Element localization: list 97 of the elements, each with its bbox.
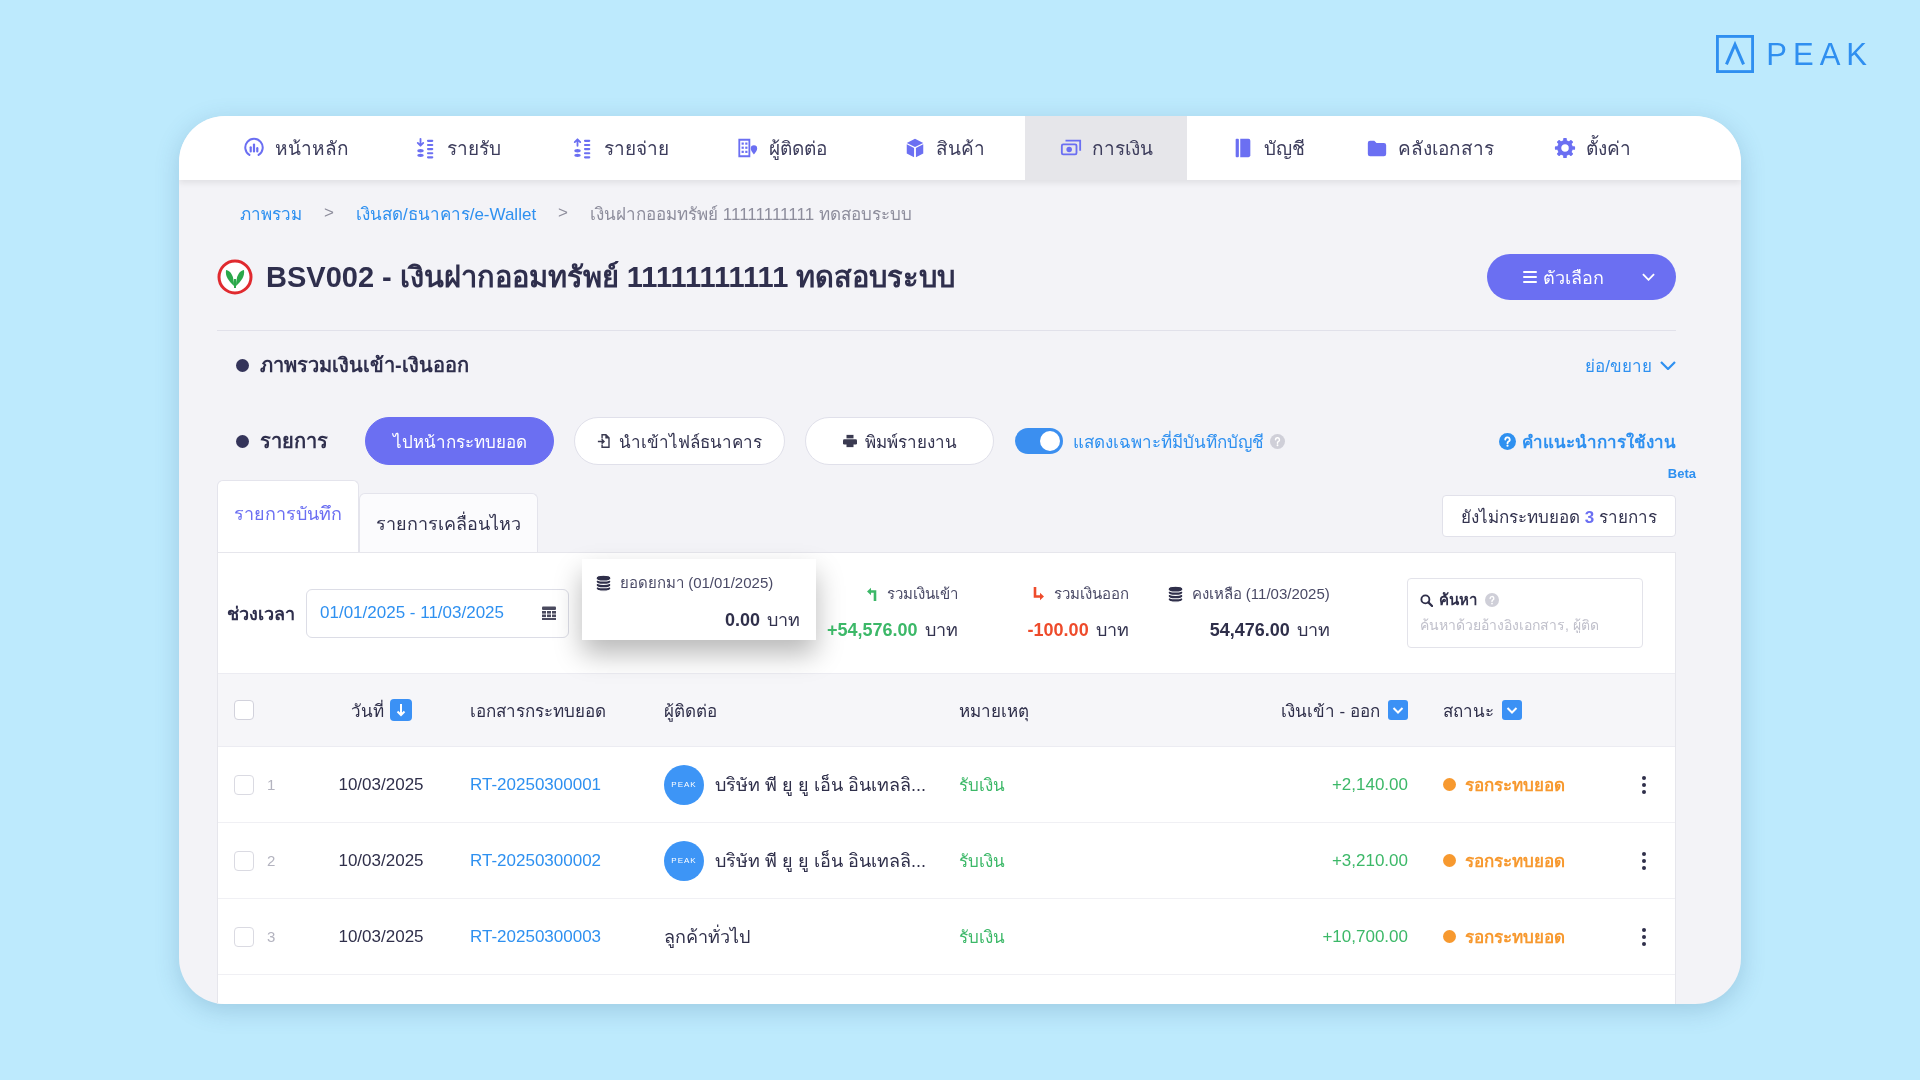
summary-amount: 54,476.00 bbox=[1209, 620, 1290, 641]
currency-unit: บาท bbox=[767, 609, 800, 632]
reconcile-button[interactable]: ไปหน้ากระทบยอด bbox=[365, 417, 554, 465]
company-avatar: PEAK bbox=[664, 764, 704, 805]
currency-unit: บาท bbox=[924, 619, 958, 642]
breadcrumb-separator: > bbox=[324, 203, 334, 223]
tab[interactable]: รายการบันทึก bbox=[217, 480, 359, 552]
nav-tab[interactable]: สินค้า bbox=[863, 116, 1025, 180]
sort-descending-icon[interactable] bbox=[389, 699, 412, 721]
company-avatar: PEAK bbox=[664, 840, 704, 881]
logo-text: PEAK bbox=[1766, 38, 1873, 70]
column-header: ผู้ติดต่อ bbox=[664, 700, 717, 724]
more-options-icon[interactable] bbox=[1642, 851, 1646, 870]
corner-arrow-up-icon bbox=[864, 587, 879, 601]
section-title: ภาพรวมเงินเข้า-เงินออก bbox=[260, 353, 469, 378]
tab[interactable]: รายการเคลื่อนไหว bbox=[359, 493, 538, 552]
amount-text: +3,210.00 bbox=[1331, 850, 1408, 871]
currency-unit: บาท bbox=[1296, 619, 1330, 642]
row-number: 2 bbox=[267, 852, 276, 869]
menu-icon bbox=[1523, 271, 1537, 283]
page-title: BSV002 - เงินฝากออมทรัพย์ 11111111111 ทดสอบระบบ bbox=[266, 260, 956, 295]
row-checkbox[interactable] bbox=[234, 774, 254, 795]
summary-amount: +54,576.00 bbox=[827, 620, 918, 641]
amount-text: +10,700.00 bbox=[1322, 926, 1408, 947]
column-header: หมายเหตุ bbox=[959, 700, 1029, 724]
search-icon bbox=[1420, 593, 1433, 607]
more-options-icon[interactable] bbox=[1642, 927, 1646, 946]
nav-tab[interactable]: ตั้งค่า bbox=[1511, 116, 1673, 180]
date-range-label: ช่วงเวลา bbox=[227, 602, 295, 626]
printer-icon bbox=[842, 434, 857, 448]
section-title: รายการ bbox=[260, 429, 328, 454]
chart-circle-icon bbox=[243, 137, 265, 159]
more-options-icon[interactable] bbox=[1642, 775, 1646, 794]
breadcrumb-separator: > bbox=[558, 203, 569, 223]
note-text: รับเงิน bbox=[959, 927, 1005, 949]
nav-tab[interactable]: คลังเอกสาร bbox=[1349, 116, 1511, 180]
import-button[interactable]: นำเข้าไฟล์ธนาคาร bbox=[574, 417, 785, 465]
nav-tab[interactable]: รายรับ bbox=[377, 116, 539, 180]
summary-label: คงเหลือ (11/03/2025) bbox=[1191, 584, 1330, 604]
help-icon bbox=[1270, 433, 1285, 449]
row-number: 1 bbox=[267, 776, 276, 793]
options-button[interactable]: ตัวเลือก bbox=[1487, 254, 1676, 300]
summary-label: ยอดยกมา (01/01/2025) bbox=[620, 573, 774, 593]
status-label: รอกระทบยอด bbox=[1465, 851, 1565, 873]
logo-mark-icon bbox=[1716, 35, 1755, 73]
chevron-down-icon bbox=[1660, 360, 1676, 370]
column-header: เงินเข้า - ออก bbox=[1280, 700, 1380, 723]
nav-tab[interactable]: บัญชี bbox=[1187, 116, 1349, 180]
summary-amount: 0.00 bbox=[724, 610, 760, 631]
leaf-logo-icon bbox=[217, 259, 253, 295]
select-all-checkbox[interactable] bbox=[234, 700, 254, 720]
column-header: เอกสารกระทบยอด bbox=[470, 700, 606, 723]
note-text: รับเงิน bbox=[959, 775, 1005, 797]
toggle-switch[interactable] bbox=[1015, 428, 1063, 454]
column-header: สถานะ bbox=[1443, 700, 1494, 723]
row-checkbox[interactable] bbox=[234, 850, 254, 871]
help-icon bbox=[1485, 593, 1499, 607]
contact-name: ลูกค้าทั่วไป bbox=[664, 922, 750, 951]
building-pin-icon bbox=[737, 137, 759, 159]
nav-tab[interactable]: หน้าหลัก bbox=[215, 116, 377, 180]
summary-label: รวมเงินออก bbox=[1053, 584, 1129, 604]
help-icon bbox=[1499, 432, 1516, 450]
coin-stack-icon bbox=[595, 574, 612, 592]
contact-name: บริษัท พี ยู ยู เอ็น อินเทลลิ... bbox=[715, 849, 926, 874]
nav-tab[interactable]: การเงิน bbox=[1025, 116, 1187, 180]
beta-label: Beta bbox=[1667, 465, 1696, 481]
print-button[interactable]: พิมพ์รายงาน bbox=[805, 417, 994, 465]
breadcrumb-current: เงินฝากออมทรัพย์ 11111111111 ทดสอบระบบ bbox=[590, 203, 912, 226]
nav-tab[interactable]: ผู้ติดต่อ bbox=[701, 116, 863, 180]
coin-stack-icon bbox=[1166, 585, 1184, 603]
status-label: รอกระทบยอด bbox=[1465, 927, 1565, 949]
search-input[interactable]: ค้นหาด้วยอ้างอิงเอกสาร, ผู้ติด bbox=[1420, 617, 1632, 633]
column-header: วันที่ bbox=[350, 698, 384, 723]
dropdown-chevron-icon[interactable] bbox=[1388, 700, 1408, 720]
date-cell: 10/03/2025 bbox=[338, 926, 424, 947]
calendar-icon bbox=[542, 606, 556, 620]
summary-amount: -100.00 bbox=[1027, 620, 1089, 641]
amount-text: +2,140.00 bbox=[1331, 774, 1408, 795]
chevron-down-icon bbox=[1642, 273, 1655, 281]
settings-icon bbox=[1553, 137, 1576, 159]
dropdown-chevron-icon[interactable] bbox=[1502, 700, 1522, 720]
currency-unit: บาท bbox=[1095, 619, 1129, 642]
date-cell: 10/03/2025 bbox=[338, 850, 424, 871]
bullet-dot-icon bbox=[236, 434, 249, 448]
status-label: รอกระทบยอด bbox=[1465, 775, 1565, 797]
summary-label: รวมเงินเข้า bbox=[886, 584, 958, 604]
corner-arrow-down-icon bbox=[1031, 587, 1046, 601]
row-number: 3 bbox=[267, 928, 276, 945]
bullet-dot-icon bbox=[236, 358, 249, 372]
row-checkbox[interactable] bbox=[234, 926, 254, 947]
date-cell: 10/03/2025 bbox=[338, 774, 424, 795]
file-import-icon bbox=[597, 434, 611, 448]
note-text: รับเงิน bbox=[959, 851, 1005, 873]
contact-name: บริษัท พี ยู ยู เอ็น อินเทลลิ... bbox=[715, 773, 926, 798]
search-label: ค้นหา bbox=[1439, 590, 1477, 610]
nav-tab[interactable]: รายจ่าย bbox=[539, 116, 701, 180]
unreconciled-button[interactable]: ยังไม่กระทบยอด 3 รายการ bbox=[1442, 495, 1676, 537]
